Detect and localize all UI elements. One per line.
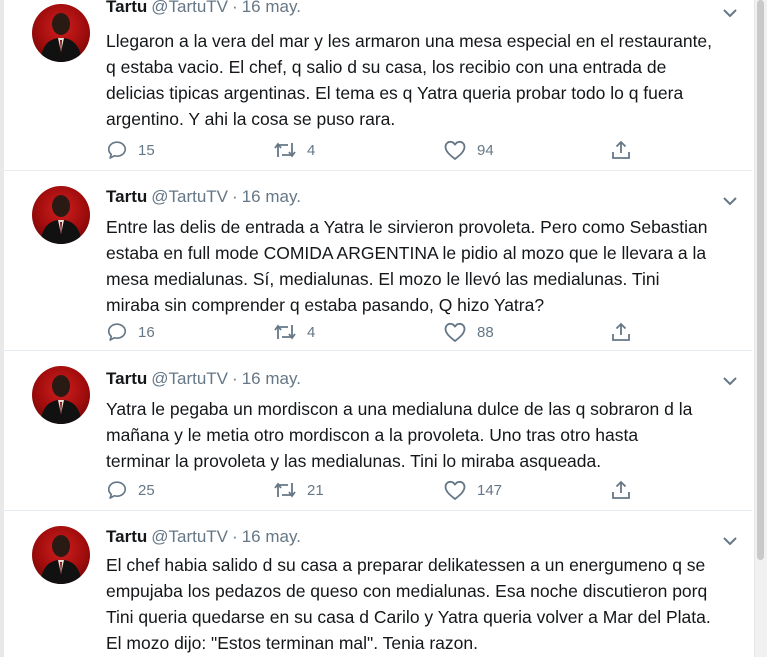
author-name[interactable]: Tartu [106, 369, 147, 388]
tweet-header: Tartu @TartuTV · 16 may. [106, 526, 301, 548]
reply-button[interactable]: 25 [106, 478, 155, 502]
tweet-actions: 15 4 94 [106, 138, 646, 162]
reply-button[interactable]: 16 [106, 320, 155, 344]
avatar-image [40, 13, 82, 62]
retweet-count: 4 [307, 141, 316, 159]
chevron-down-icon[interactable] [721, 6, 739, 20]
tweet-date[interactable]: 16 may. [242, 0, 301, 16]
author-handle[interactable]: @TartuTV [151, 527, 228, 546]
avatar[interactable] [32, 4, 90, 62]
tweet-text: El chef habia salido d su casa a prepara… [106, 555, 711, 653]
share-button[interactable] [610, 320, 632, 344]
tweet-header: Tartu @TartuTV · 16 may. [106, 186, 301, 208]
avatar[interactable] [32, 526, 90, 584]
avatar-image [40, 195, 82, 244]
reply-button[interactable]: 15 [106, 138, 155, 162]
author-handle[interactable]: @TartuTV [151, 187, 228, 206]
share-button[interactable] [610, 478, 632, 502]
tweet[interactable]: Tartu @TartuTV · 16 may. El chef habia sali… [0, 510, 752, 657]
reply-count: 25 [138, 481, 155, 499]
tweet-actions: 16 4 88 [106, 320, 646, 344]
reply-icon [107, 481, 127, 499]
like-icon [444, 480, 466, 500]
share-icon [612, 322, 630, 341]
avatar-image [40, 375, 82, 424]
chevron-down-icon[interactable] [721, 534, 739, 548]
scrollbar-thumb[interactable] [757, 0, 764, 560]
avatar[interactable] [32, 366, 90, 424]
tweet-actions: 25 21 147 [106, 478, 646, 502]
like-count: 94 [477, 141, 494, 159]
tweet-text: Yatra le pegaba un mordiscon a una media… [106, 399, 693, 471]
like-button[interactable]: 94 [443, 138, 494, 162]
separator: · [232, 527, 238, 546]
tweet-text: Entre las delis de entrada a Yatra le si… [106, 217, 708, 315]
retweet-count: 21 [307, 481, 324, 499]
share-icon [612, 140, 630, 159]
tweet-text: Llegaron a la vera del mar y les armaron… [106, 31, 713, 129]
author-name[interactable]: Tartu [106, 187, 147, 206]
like-count: 147 [477, 481, 503, 499]
tweet-date[interactable]: 16 may. [242, 187, 301, 206]
retweet-icon [274, 324, 296, 340]
tweet-thread: Tartu @TartuTV · 16 may. Llegaron a la vera… [0, 0, 752, 657]
separator: · [232, 369, 238, 388]
avatar-image [40, 535, 82, 584]
like-count: 88 [477, 323, 494, 341]
tweet-header: Tartu @TartuTV · 16 may. [106, 368, 301, 390]
author-name[interactable]: Tartu [106, 527, 147, 546]
retweet-count: 4 [307, 323, 316, 341]
retweet-icon [274, 482, 296, 498]
tweet-date[interactable]: 16 may. [242, 527, 301, 546]
separator: · [232, 187, 238, 206]
avatar[interactable] [32, 186, 90, 244]
reply-icon [107, 323, 127, 341]
author-name[interactable]: Tartu [106, 0, 147, 16]
share-button[interactable] [610, 138, 632, 162]
like-icon [444, 140, 466, 160]
separator: · [232, 0, 238, 16]
chevron-down-icon[interactable] [721, 374, 739, 388]
scrollbar[interactable] [754, 0, 767, 657]
retweet-button[interactable]: 4 [273, 138, 315, 162]
tweet-date[interactable]: 16 may. [242, 369, 301, 388]
retweet-icon [274, 142, 296, 158]
author-handle[interactable]: @TartuTV [151, 0, 228, 16]
reply-count: 16 [138, 323, 155, 341]
tweet-header: Tartu @TartuTV · 16 may. [106, 0, 301, 18]
reply-icon [107, 141, 127, 159]
tweet[interactable]: Tartu @TartuTV · 16 may. Entre las delis de… [0, 170, 752, 351]
reply-count: 15 [138, 141, 155, 159]
like-button[interactable]: 147 [443, 478, 502, 502]
tweet[interactable]: Tartu @TartuTV · 16 may. Llegaron a la vera… [0, 0, 752, 171]
retweet-button[interactable]: 21 [273, 478, 324, 502]
tweet[interactable]: Tartu @TartuTV · 16 may. Yatra le pegaba un… [0, 350, 752, 511]
chevron-down-icon[interactable] [721, 194, 739, 208]
author-handle[interactable]: @TartuTV [151, 369, 228, 388]
share-icon [612, 480, 630, 499]
like-icon [444, 322, 466, 342]
like-button[interactable]: 88 [443, 320, 494, 344]
retweet-button[interactable]: 4 [273, 320, 315, 344]
